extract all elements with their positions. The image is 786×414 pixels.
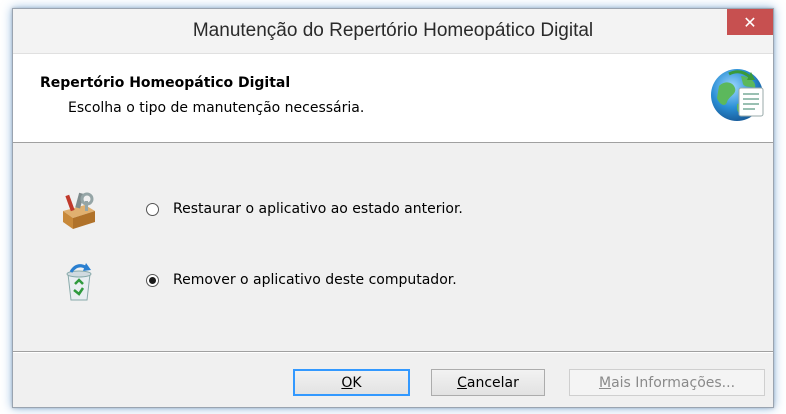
header-title: Repertório Homeopático Digital xyxy=(40,75,291,91)
window-title: Manutenção do Repertório Homeopático Dig… xyxy=(192,20,594,41)
maintenance-options: Restaurar o aplicativo ao estado anterio… xyxy=(13,143,773,351)
restore-radio[interactable] xyxy=(146,203,159,216)
close-button[interactable]: ✕ xyxy=(727,9,773,35)
remove-label[interactable]: Remover o aplicativo deste computador. xyxy=(173,272,457,288)
option-restore[interactable]: Restaurar o aplicativo ao estado anterio… xyxy=(13,185,773,235)
more-info-button[interactable]: Mais Informações... xyxy=(569,369,765,396)
header-subtitle: Escolha o tipo de manutenção necessária. xyxy=(68,100,365,116)
ok-button[interactable]: OK xyxy=(293,369,410,396)
title-bar[interactable]: Manutenção do Repertório Homeopático Dig… xyxy=(13,9,773,54)
globe-document-icon xyxy=(711,69,764,121)
recycle-bin-icon xyxy=(66,263,92,301)
remove-radio[interactable] xyxy=(146,274,159,287)
option-remove[interactable]: Remover o aplicativo deste computador. xyxy=(13,256,773,306)
header-panel: Repertório Homeopático Digital Escolha o… xyxy=(13,54,773,143)
close-icon: ✕ xyxy=(743,12,757,32)
restore-label[interactable]: Restaurar o aplicativo ao estado anterio… xyxy=(173,201,463,217)
maintenance-dialog: Manutenção do Repertório Homeopático Dig… xyxy=(12,8,774,408)
toolbox-icon xyxy=(63,192,95,229)
cancel-button[interactable]: Cancelar xyxy=(431,369,545,396)
